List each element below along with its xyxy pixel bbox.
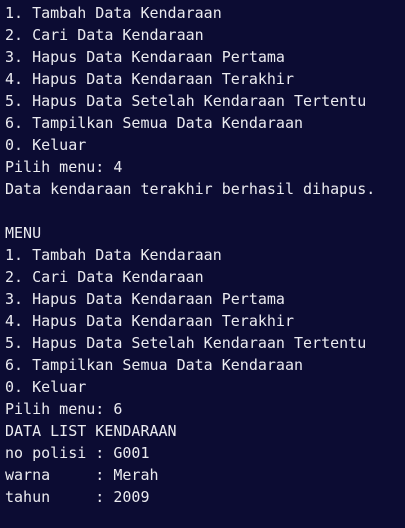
terminal-line: 0. Keluar (5, 378, 87, 396)
terminal-output: 1. Tambah Data Kendaraan 2. Cari Data Ke… (0, 0, 405, 528)
terminal-line: MENU (5, 224, 42, 242)
terminal-line: no polisi : G001 (5, 444, 150, 462)
terminal-line: 3. Hapus Data Kendaraan Pertama (5, 290, 285, 308)
terminal-line: 4. Hapus Data Kendaraan Terakhir (5, 312, 294, 330)
terminal-line: Pilih menu: 4 (5, 158, 123, 176)
terminal-line: 3. Hapus Data Kendaraan Pertama (5, 48, 285, 66)
terminal-line: 4. Hapus Data Kendaraan Terakhir (5, 70, 294, 88)
terminal-line: 6. Tampilkan Semua Data Kendaraan (5, 114, 304, 132)
terminal-line: 1. Tambah Data Kendaraan (5, 4, 222, 22)
terminal-line: 5. Hapus Data Setelah Kendaraan Tertentu (5, 92, 367, 110)
terminal-line: 5. Hapus Data Setelah Kendaraan Tertentu (5, 334, 367, 352)
terminal-line: 2. Cari Data Kendaraan (5, 26, 204, 44)
terminal-line: warna : Merah (5, 466, 159, 484)
terminal-line: 1. Tambah Data Kendaraan (5, 246, 222, 264)
terminal-line: tahun : 2009 (5, 488, 150, 506)
terminal-line: 2. Cari Data Kendaraan (5, 268, 204, 286)
terminal-line: Data kendaraan terakhir berhasil dihapus… (5, 180, 376, 198)
terminal-line: DATA LIST KENDARAAN (5, 422, 177, 440)
terminal-line: 6. Tampilkan Semua Data Kendaraan (5, 356, 304, 374)
terminal-line: Pilih menu: 6 (5, 400, 123, 418)
terminal-line: 0. Keluar (5, 136, 87, 154)
